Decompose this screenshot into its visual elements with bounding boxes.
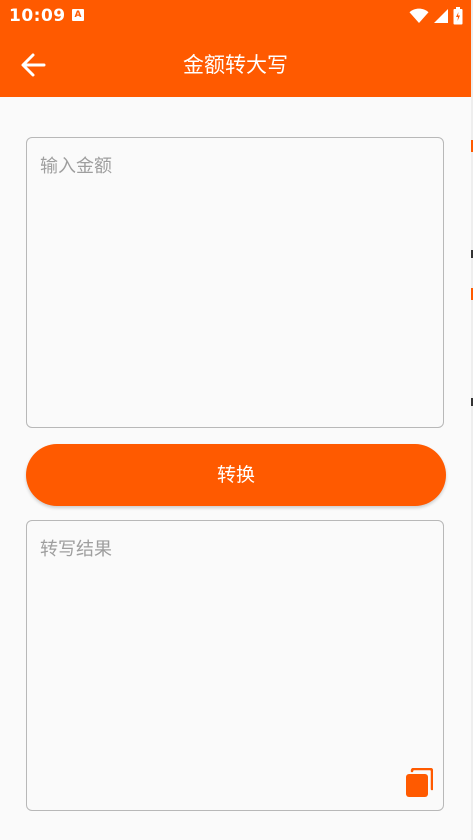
result-placeholder: 转写结果 — [40, 539, 112, 560]
convert-button[interactable]: 转换 — [26, 444, 446, 506]
status-bar: 10:09 A — [0, 0, 471, 32]
copy-icon[interactable] — [405, 768, 433, 798]
amount-input[interactable]: 输入金额 — [26, 137, 444, 428]
status-icons — [409, 6, 463, 26]
amount-input-placeholder: 输入金额 — [40, 156, 112, 177]
app-screen: 10:09 A 金额转大写 输入金额 转换 转写结果 — [0, 0, 471, 840]
app-header: 10:09 A 金额转大写 — [0, 0, 471, 97]
status-time: 10:09 — [9, 6, 66, 26]
toolbar: 金额转大写 — [0, 32, 471, 97]
signal-icon — [434, 9, 448, 23]
page-title: 金额转大写 — [183, 53, 288, 77]
notification-app-icon: A — [72, 9, 84, 21]
battery-icon — [453, 7, 463, 25]
result-output[interactable]: 转写结果 — [26, 520, 444, 811]
wifi-icon — [409, 8, 429, 23]
